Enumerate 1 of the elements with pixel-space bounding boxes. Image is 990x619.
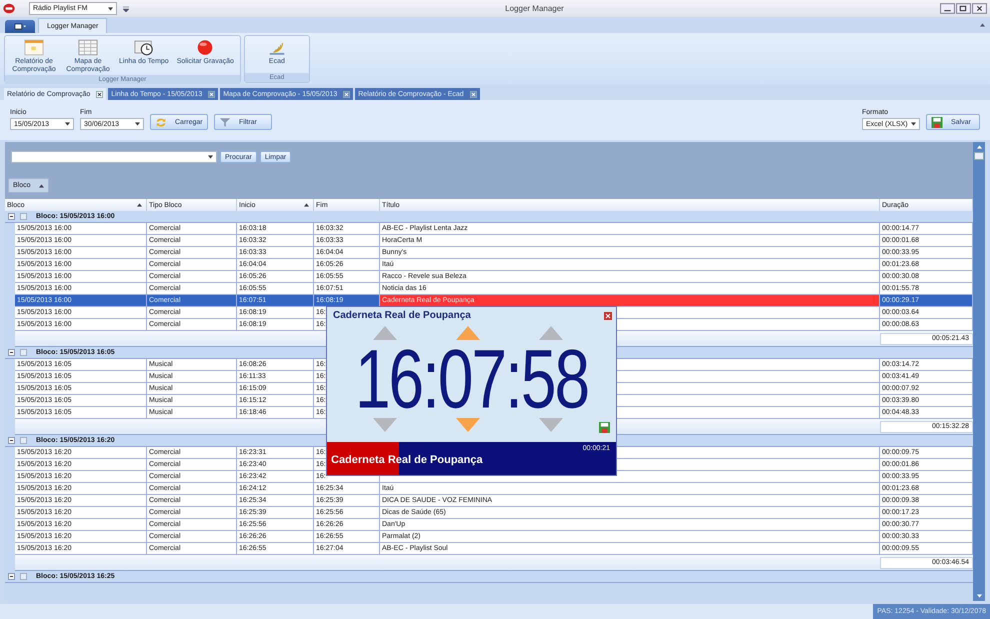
window-title: Logger Manager <box>504 4 565 13</box>
